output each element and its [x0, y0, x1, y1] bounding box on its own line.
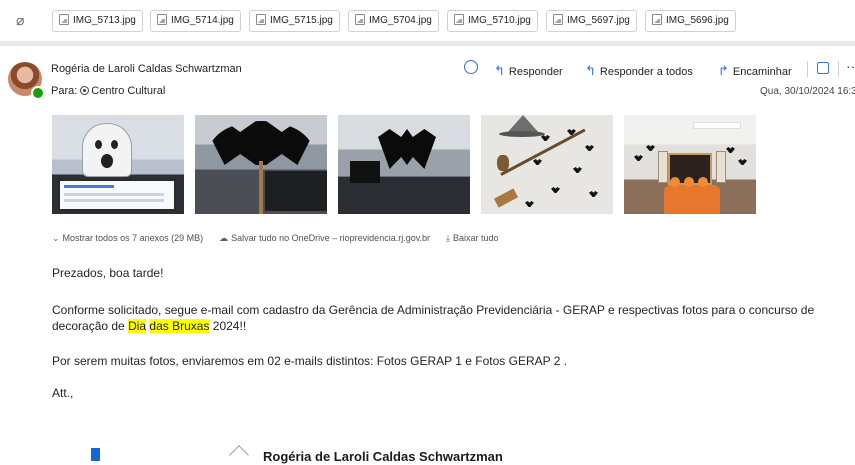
presence-available-icon	[31, 86, 45, 100]
emoji-reaction-icon[interactable]	[464, 60, 478, 74]
bat-decoration	[573, 167, 582, 173]
reply-all-label: Responder a todos	[599, 66, 693, 78]
save-onedrive-label: Salvar tudo no OneDrive – rioprevidencia…	[231, 233, 431, 243]
to-label: Para:	[51, 85, 78, 97]
apps-icon[interactable]	[817, 62, 829, 74]
broom-bristles	[493, 188, 519, 208]
show-all-attachments[interactable]: ⌄ Mostrar todos os 7 anexos (29 MB)	[52, 233, 203, 243]
sender-name[interactable]: Rogéria de Laroli Caldas Schwartzman	[51, 63, 242, 75]
image-file-icon	[157, 14, 167, 25]
monitor-screen	[58, 179, 176, 211]
bat-decoration	[738, 159, 747, 165]
attachment-chip[interactable]: IMG_5696.jpg	[645, 10, 736, 32]
attachment-actions: ⌄ Mostrar todos os 7 anexos (29 MB) ☁ Salva…	[52, 233, 499, 244]
more-options-icon[interactable]: ··	[846, 58, 855, 74]
image-file-icon	[553, 14, 563, 25]
attachment-name: IMG_5713.jpg	[73, 15, 136, 26]
ceiling-light	[694, 123, 740, 128]
bat-decoration	[378, 129, 436, 169]
image-file-icon	[256, 14, 266, 25]
toolbar-divider	[807, 61, 808, 77]
save-onedrive-link[interactable]: ☁ Salvar tudo no OneDrive – rioprevidenci…	[219, 233, 430, 243]
forward-button[interactable]: ↱ Encaminhar	[718, 63, 792, 79]
bat-decoration	[634, 155, 643, 161]
attachment-name: IMG_5704.jpg	[369, 15, 432, 26]
skeleton-decoration	[716, 151, 726, 183]
body-closing: Att.,	[52, 386, 74, 400]
attachment-chip[interactable]: IMG_5714.jpg	[150, 10, 241, 32]
attachment-chip[interactable]: IMG_5704.jpg	[348, 10, 439, 32]
reply-button[interactable]: ↰ Responder	[494, 63, 563, 79]
group-icon	[80, 86, 90, 95]
reply-label: Responder	[508, 66, 563, 78]
recipients-line: Para: Centro Cultural	[51, 85, 165, 97]
signature-logo	[91, 448, 100, 461]
reply-all-button[interactable]: ↰ Responder a todos	[585, 63, 693, 79]
bat-decoration	[726, 147, 735, 153]
recipient[interactable]: Centro Cultural	[91, 85, 165, 97]
signature-name: Rogéria de Laroli Caldas Schwartzman	[263, 449, 503, 464]
bat-decoration	[541, 135, 550, 141]
attachment-chip[interactable]: IMG_5713.jpg	[52, 10, 143, 32]
stick	[259, 161, 263, 214]
attachment-chip[interactable]: IMG_5710.jpg	[447, 10, 538, 32]
reply-icon: ↰	[494, 63, 505, 78]
body-text: 2024!!	[209, 319, 247, 333]
bat-decoration	[533, 159, 542, 165]
body-greeting: Prezados, boa tarde!	[52, 266, 164, 280]
attachment-name: IMG_5714.jpg	[171, 15, 234, 26]
chevron-double-down-icon: ⌄	[52, 233, 60, 243]
highlighted-text: das Bruxas	[149, 319, 210, 333]
toolbar-divider	[838, 61, 839, 77]
pumpkin-table	[664, 177, 720, 214]
highlighted-text: Dia	[128, 319, 147, 333]
forward-icon: ↱	[718, 63, 729, 78]
image-file-icon	[652, 14, 662, 25]
image-file-icon	[454, 14, 464, 25]
attachment-thumbnail[interactable]	[195, 115, 327, 214]
attachment-name: IMG_5715.jpg	[270, 15, 333, 26]
paperclip-icon: ⌀	[16, 12, 25, 28]
body-paragraph: Conforme solicitado, segue e-mail com ca…	[52, 302, 852, 334]
signature-mark	[229, 445, 249, 465]
bat-decoration	[646, 145, 655, 151]
bat-decoration	[525, 201, 534, 207]
bat-decoration	[551, 187, 560, 193]
office-desk	[338, 161, 470, 214]
skeleton-decoration	[658, 151, 668, 183]
download-icon: ⤓	[446, 233, 451, 243]
forward-label: Encaminhar	[732, 66, 792, 78]
attachment-chip[interactable]: IMG_5715.jpg	[249, 10, 340, 32]
cloud-icon: ☁	[219, 233, 229, 243]
image-file-icon	[59, 14, 69, 25]
attachment-name: IMG_5710.jpg	[468, 15, 531, 26]
attachment-thumbnail[interactable]	[338, 115, 470, 214]
attachment-thumbnail[interactable]	[481, 115, 613, 214]
sent-date: Qua, 30/10/2024 16:3	[760, 86, 855, 97]
image-file-icon	[355, 14, 365, 25]
download-all-label: Baixar tudo	[453, 233, 499, 243]
witch-hat-brim	[499, 131, 545, 137]
monitor	[265, 171, 327, 211]
show-all-label: Mostrar todos os 7 anexos (29 MB)	[62, 233, 204, 243]
attachment-name: IMG_5697.jpg	[567, 15, 630, 26]
reply-all-icon: ↰	[585, 63, 596, 78]
ghost-decoration	[82, 123, 132, 177]
attachment-thumbnail[interactable]	[52, 115, 184, 214]
section-divider	[0, 41, 855, 46]
download-all-link[interactable]: ⤓ Baixar tudo	[446, 233, 499, 243]
attachment-chip[interactable]: IMG_5697.jpg	[546, 10, 637, 32]
attachment-thumbnail[interactable]	[624, 115, 756, 214]
bat-decoration	[589, 191, 598, 197]
bat-decoration	[585, 145, 594, 151]
attachment-name: IMG_5696.jpg	[666, 15, 729, 26]
bat-decoration	[209, 121, 313, 165]
body-paragraph: Por serem muitas fotos, enviaremos em 02…	[52, 354, 568, 368]
